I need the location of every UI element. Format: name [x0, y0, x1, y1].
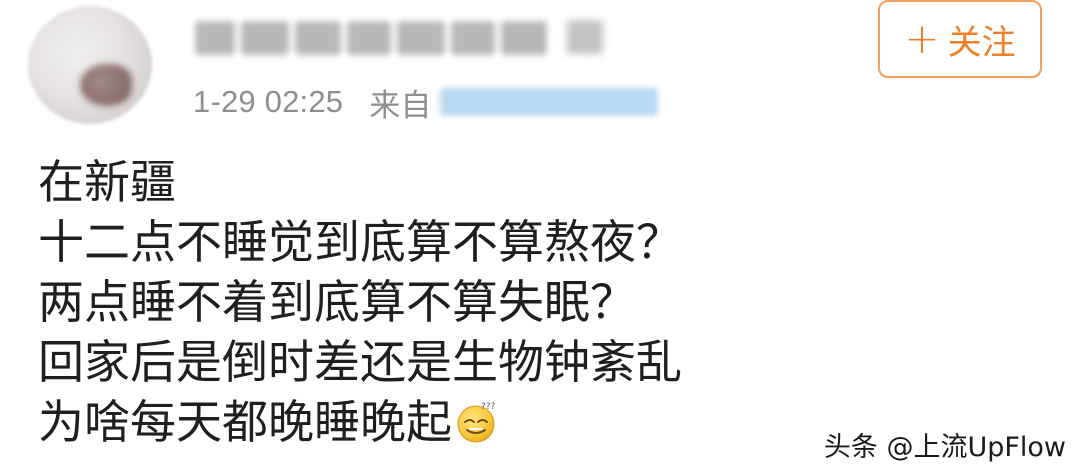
username-blurred[interactable] [195, 16, 603, 60]
username-blur-segment [397, 21, 445, 55]
watermark: 头条 @上流UpFlow [823, 432, 1066, 463]
post-line: 回家后是倒时差还是生物钟紊乱 [38, 335, 682, 389]
username-blur-segment [195, 21, 235, 55]
username-blur-segment [241, 21, 289, 55]
post-source-blurred [439, 88, 658, 116]
post-line: 两点睡不着到底算不算失眠？ [38, 275, 636, 329]
post-source-label: 来自 [369, 87, 432, 123]
avatar-image [80, 64, 132, 106]
username-blur-segment [295, 21, 341, 55]
post-body: 在新疆 十二点不睡觉到底算不算熬夜？ 两点睡不着到底算不算失眠？ 回家后是倒时差… [38, 152, 682, 452]
follow-button[interactable]: + 关注 [878, 0, 1042, 78]
post-line-last: 为啥每天都晚睡晚起 ??? [38, 392, 682, 452]
user-badge-icon [567, 20, 603, 54]
username-blur-segment [451, 21, 495, 55]
username-blur-segment [501, 21, 547, 55]
sleepy-face-emoji-icon: ??? [457, 402, 496, 443]
post-line: 为啥每天都晚睡晚起 [38, 395, 452, 449]
post-line: 十二点不睡觉到底算不算熬夜？ [38, 215, 682, 269]
svg-text:???: ??? [481, 402, 496, 412]
username-blur-segment [347, 21, 391, 55]
post-timestamp: 1-29 02:25 [193, 84, 344, 119]
post-meta: 1-29 02:25 来自 [193, 84, 658, 123]
plus-icon: + [904, 14, 940, 63]
follow-label: 关注 [947, 22, 1016, 63]
avatar[interactable] [28, 6, 152, 124]
post-line: 在新疆 [38, 155, 176, 209]
